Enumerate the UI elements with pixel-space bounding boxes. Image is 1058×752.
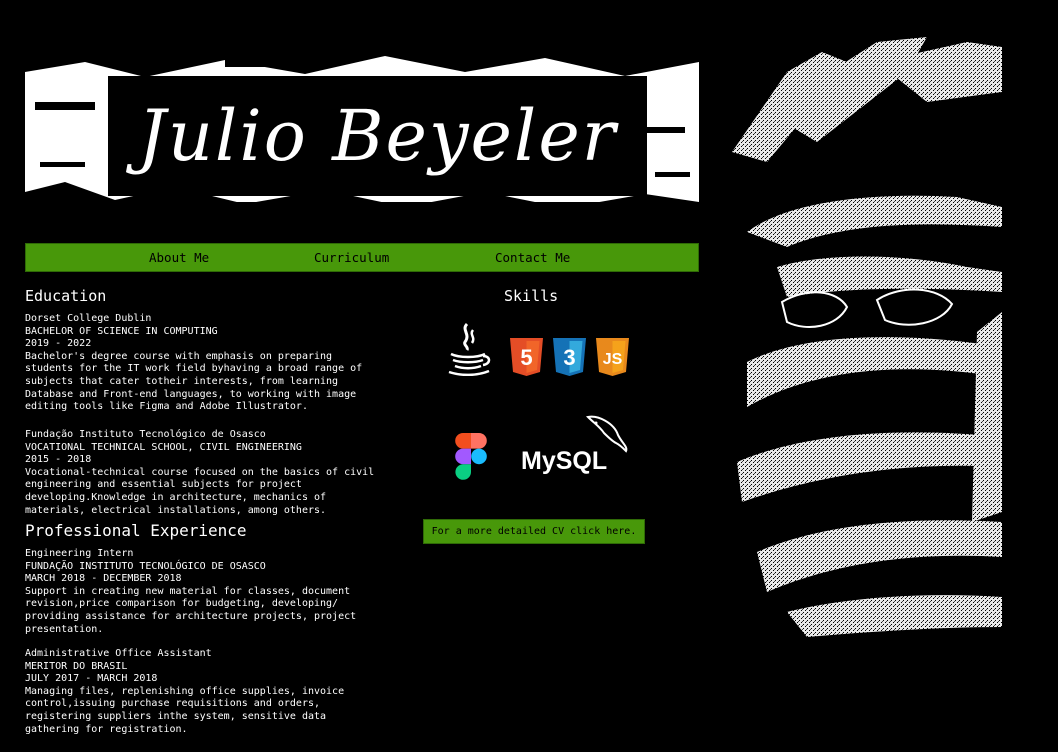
dates: MARCH 2018 - DECEMBER 2018 — [25, 573, 182, 585]
site-title: Julio Beyeler — [137, 95, 618, 177]
svg-text:5: 5 — [520, 345, 532, 370]
dates: 2015 - 2018 — [25, 454, 92, 466]
mysql-icon: MySQL — [518, 413, 632, 475]
nav-contact-me[interactable]: Contact Me — [495, 250, 570, 265]
role: Engineering Intern — [25, 548, 134, 559]
experience-entry: Administrative Office Assistant MERITOR … — [25, 648, 385, 736]
description: Vocational-technical course focused on t… — [25, 466, 375, 516]
education-entry: Fundação Instituto Tecnológico de Osasco… — [25, 429, 385, 517]
experience-entry: Engineering Intern FUNDAÇÃO INSTITUTO TE… — [25, 548, 385, 636]
figma-icon — [455, 433, 487, 480]
description: Support in creating new material for cla… — [25, 585, 357, 635]
description: Managing files, replenishing office supp… — [25, 685, 345, 735]
svg-text:MySQL: MySQL — [521, 447, 607, 475]
school-name: Dorset College Dublin — [25, 313, 152, 324]
role: Administrative Office Assistant — [25, 648, 212, 659]
skills-title: Skills — [504, 287, 559, 305]
degree: BACHELOR OF SCIENCE IN COMPUTING — [25, 325, 218, 337]
java-icon — [445, 320, 491, 377]
html5-icon: 5 — [510, 338, 543, 376]
svg-text:3: 3 — [563, 345, 575, 370]
dates: 2019 - 2022 — [25, 338, 92, 350]
company: MERITOR DO BRASIL — [25, 660, 128, 672]
portrait-image — [727, 32, 1004, 637]
css3-icon: 3 — [553, 338, 586, 376]
svg-text:JS: JS — [603, 351, 623, 368]
main-nav: About Me Curriculum Contact Me — [25, 243, 699, 272]
detailed-cv-button[interactable]: For a more detailed CV click here. — [423, 519, 645, 544]
degree: VOCATIONAL TECHNICAL SCHOOL, CIVIL ENGIN… — [25, 441, 302, 453]
description: Bachelor's degree course with emphasis o… — [25, 350, 363, 413]
name-box: Julio Beyeler — [108, 76, 647, 196]
nav-about-me[interactable]: About Me — [149, 250, 209, 265]
experience-title: Professional Experience — [25, 521, 247, 540]
education-title: Education — [25, 287, 107, 305]
header-banner: Julio Beyeler — [25, 32, 699, 217]
nav-curriculum[interactable]: Curriculum — [314, 250, 389, 265]
education-entry: Dorset College Dublin BACHELOR OF SCIENC… — [25, 313, 385, 414]
school-name: Fundação Instituto Tecnológico de Osasco — [25, 429, 266, 440]
javascript-icon: JS — [596, 338, 629, 376]
company: FUNDAÇÃO INSTITUTO TECNOLÓGICO DE OSASCO — [25, 560, 266, 572]
dates: JULY 2017 - MARCH 2018 — [25, 673, 158, 685]
